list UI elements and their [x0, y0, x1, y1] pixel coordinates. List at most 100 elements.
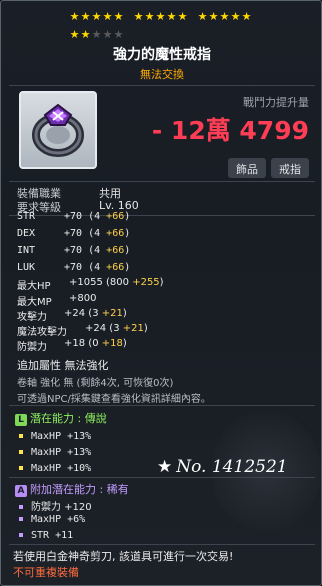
star-empty-icon: ★ [113, 28, 124, 41]
tag-accessory: 飾品 [228, 158, 266, 178]
stat-total: +70 [64, 211, 83, 222]
star-empty-icon: ★ [91, 28, 102, 41]
star-icon: ★ [102, 10, 113, 23]
star-icon: ★ [166, 10, 177, 23]
star-icon: ★ [113, 10, 124, 23]
stat-name: STR [17, 211, 36, 222]
stat-total: +24 [64, 308, 86, 319]
scissors-notice: 若使用白金神奇剪刀, 該道具可進行一次交易! [13, 550, 234, 563]
star-icon: ★ [157, 457, 173, 477]
stat-base: (0 [88, 338, 99, 349]
stat-base: (4 [88, 211, 101, 222]
stat-bonus: +18 [101, 338, 123, 349]
serial-number: ★ No. 1412521 [157, 457, 288, 477]
potential-line-text: MaxHP +10% [31, 463, 92, 474]
potential-label: 潛在能力 : 傳說 [30, 412, 107, 425]
stat-base: (4 [88, 262, 101, 273]
divider [9, 215, 315, 216]
legendary-icon: L [15, 414, 27, 426]
scroll-info: 卷軸 強化 無 (剩餘4次, 可恢復0次) [17, 378, 174, 389]
stat-defense: 防禦力 +18 (0 +18) [17, 338, 127, 353]
stat-bonus: +66 [106, 245, 125, 256]
additional-potential-icon: A [15, 485, 27, 497]
divider [9, 477, 315, 478]
star-group: ★ ★ ★ ★ ★ [69, 29, 124, 41]
stat-bonus: +66 [106, 211, 125, 222]
stat-close: ) [124, 245, 131, 256]
star-icon: ★ [241, 10, 252, 23]
potential-header: L 潛在能力 : 傳說 [15, 410, 107, 426]
stat-str: STR +70 (4 +66) [17, 211, 130, 222]
potential-line: MaxHP +13% [19, 447, 91, 458]
additional-potential-line: MaxHP +6% [19, 514, 85, 525]
stat-close: ) [159, 277, 164, 288]
stat-total: +70 [64, 228, 83, 239]
divider [9, 85, 315, 86]
stat-bonus: +66 [106, 228, 125, 239]
stat-base: (3 [109, 323, 120, 334]
ring-icon [32, 103, 84, 157]
stat-base: (4 [88, 245, 101, 256]
stat-name: 最大MP [17, 297, 52, 308]
trade-status: 無法交換 [140, 68, 184, 81]
star-icon: ★ [69, 28, 80, 41]
stat-magic-attack: 魔法攻擊力 +24 (3 +21) [17, 323, 148, 338]
potential-line-text: MaxHP +13% [31, 447, 92, 458]
star-icon: ★ [177, 10, 188, 23]
stat-bonus: +255 [132, 277, 160, 288]
serial-text: No. 1412521 [176, 457, 288, 477]
additional-attribute: 追加屬性 無法強化 [17, 359, 109, 372]
stat-name: 攻擊力 [17, 312, 47, 323]
stat-total: +18 [64, 338, 86, 349]
item-icon [19, 91, 97, 169]
item-name: 強力的魔性戒指 [113, 47, 211, 63]
star-group: ★ ★ ★ ★ ★ [133, 11, 188, 23]
star-group: ★ ★ ★ ★ ★ [69, 11, 124, 23]
stat-dex: DEX +70 (4 +66) [17, 228, 130, 239]
stat-total: +24 [85, 323, 107, 334]
no-duplicate-notice: 不可重複裝備 [13, 566, 79, 579]
star-icon: ★ [80, 28, 91, 41]
star-icon: ★ [91, 10, 102, 23]
stat-base: (4 [88, 228, 101, 239]
star-icon: ★ [133, 10, 144, 23]
stat-close: ) [122, 338, 127, 349]
additional-potential-label: 附加潛在能力 : 稀有 [30, 483, 129, 496]
stat-name: 魔法攻擊力 [17, 327, 67, 338]
stat-luk: LUK +70 (4 +66) [17, 262, 130, 273]
bullet-icon [19, 533, 23, 537]
star-force-row-2: ★ ★ ★ ★ ★ [69, 29, 133, 41]
additional-potential-header: A 附加潛在能力 : 稀有 [15, 481, 129, 497]
stat-close: ) [143, 323, 148, 334]
stat-maxmp: 最大MP +800 [17, 293, 96, 308]
divider [9, 181, 315, 182]
stat-name: INT [17, 245, 36, 256]
star-force-row-1: ★ ★ ★ ★ ★ ★ ★ ★ ★ ★ ★ ★ ★ ★ ★ [69, 11, 261, 23]
stat-close: ) [124, 228, 131, 239]
star-icon: ★ [155, 10, 166, 23]
stat-close: ) [122, 308, 127, 319]
star-icon: ★ [144, 10, 155, 23]
stat-maxhp: 最大HP +1055 (800 +255) [17, 277, 164, 292]
bullet-icon [19, 450, 23, 454]
stat-bonus: +21 [101, 308, 123, 319]
potential-line: MaxHP +13% [19, 431, 91, 442]
item-tooltip: ★ ★ ★ ★ ★ ★ ★ ★ ★ ★ ★ ★ ★ ★ ★ ★ ★ ★ ★ ★ 強力的魔性戒指 無法交換 戰鬥力… [0, 0, 322, 586]
star-icon: ★ [197, 10, 208, 23]
stat-total: +70 [64, 245, 83, 256]
stat-name: LUK [17, 262, 36, 273]
stat-close: ) [124, 262, 131, 273]
divider [9, 405, 315, 406]
stat-int: INT +70 (4 +66) [17, 245, 130, 256]
additional-potential-line: 防禦力 +120 [19, 498, 92, 513]
stat-total: +800 [69, 293, 97, 304]
combat-power-label: 戰鬥力提升量 [243, 96, 309, 109]
potential-line: MaxHP +10% [19, 463, 91, 474]
additional-potential-line-text: MaxHP +6% [31, 514, 86, 525]
stat-bonus: +21 [122, 323, 144, 334]
additional-potential-line: STR +11 [19, 530, 73, 541]
star-icon: ★ [230, 10, 241, 23]
star-empty-icon: ★ [102, 28, 113, 41]
additional-potential-line-text: 防禦力 +120 [31, 502, 92, 513]
star-group: ★ ★ ★ ★ ★ [197, 11, 252, 23]
